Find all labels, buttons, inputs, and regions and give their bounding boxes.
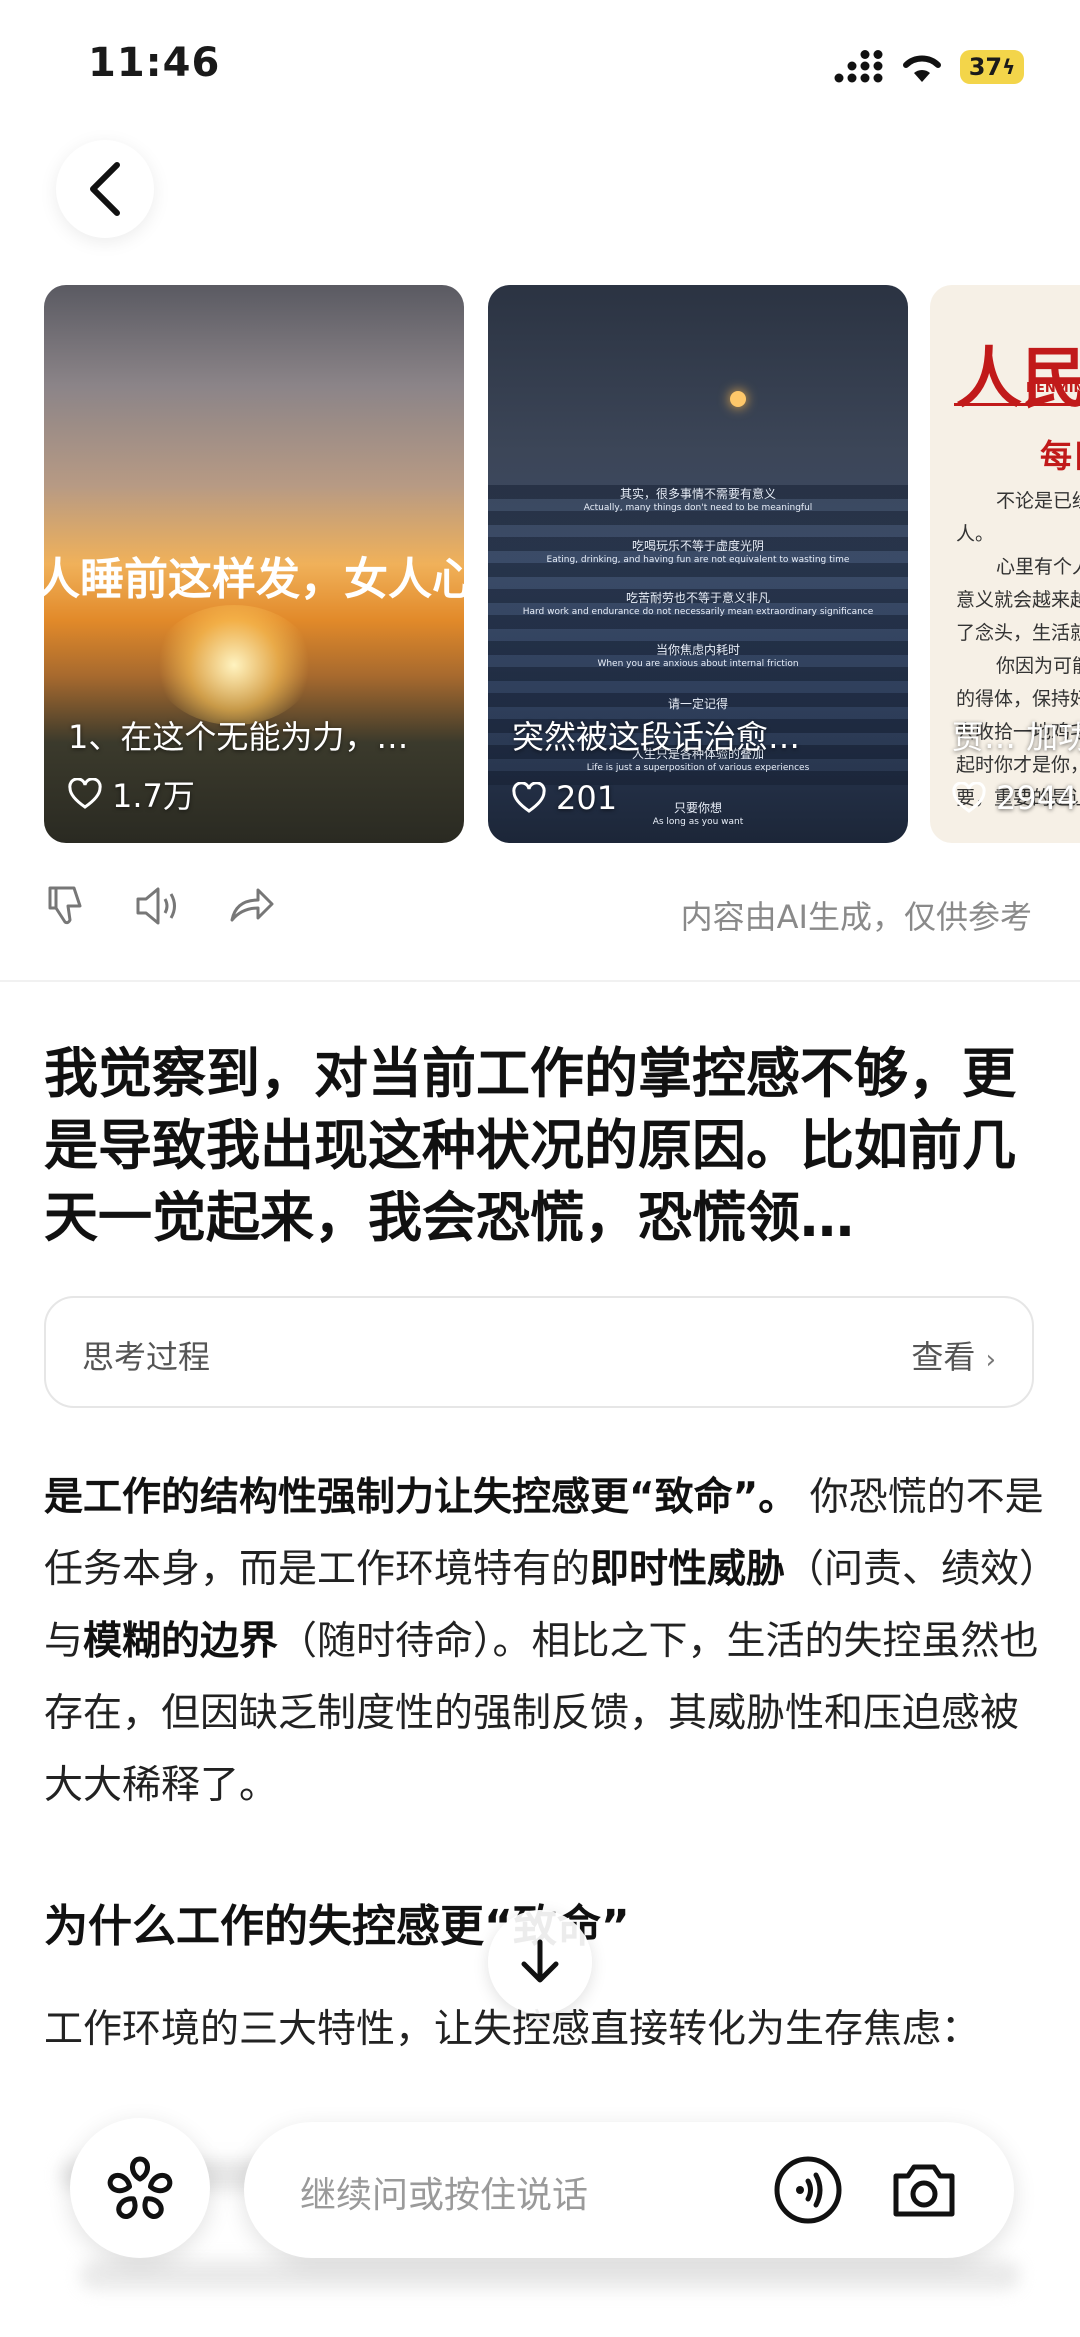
user-question: 我觉察到，对当前工作的掌控感不够，更是导致我出现这种状况的原因。比如前几天一觉起… (44, 1042, 1016, 1249)
flower-logo-icon (107, 2156, 173, 2219)
blurred-text (80, 2260, 1020, 2290)
newspaper-line: 了念头，生活就 (956, 622, 1080, 644)
video-card[interactable]: 人民 RENMIN 每日 不论是已经 人。 心里有个人 意义就会越来越 了念头，… (930, 285, 1080, 843)
heart-icon (512, 782, 546, 813)
input-placeholder: 继续问或按住说话 (300, 2175, 589, 2216)
battery-level: 37 (968, 53, 1003, 81)
arrow-down-icon (521, 1939, 559, 1983)
message-input[interactable]: 继续问或按住说话 (244, 2122, 1014, 2258)
card-text-line: Eating, drinking, and having fun are not… (546, 555, 850, 565)
card-text-line: Life is just a superposition of various … (586, 763, 810, 773)
card-text-line: 当你焦虑内耗时 (655, 643, 740, 657)
wifi-icon (903, 55, 941, 82)
thinking-label: 思考过程 (82, 1338, 211, 1376)
card-likes: 2944 (952, 779, 1077, 817)
battery-indicator: 37 ϟ (960, 50, 1024, 84)
camera-icon[interactable] (888, 2154, 960, 2226)
status-bar: 11:46 37 ϟ (0, 0, 1080, 130)
card-text-line: 其实，很多事情不需要有意义 (619, 487, 776, 501)
charging-icon: ϟ (1002, 55, 1016, 79)
likes-count: 201 (556, 779, 618, 817)
moon (730, 391, 746, 407)
speaker-icon[interactable] (134, 884, 182, 928)
status-time: 11:46 (88, 40, 221, 86)
card-likes: 1.7万 (68, 771, 195, 817)
newspaper-title: 人民 (956, 339, 1080, 417)
header-rule (954, 403, 1080, 406)
card-text-line: As long as you want (652, 817, 744, 827)
newspaper-line: 不论是已经 (996, 490, 1080, 512)
share-icon[interactable] (228, 884, 274, 928)
newspaper-subtitle: RENMIN (1026, 381, 1080, 396)
voice-call-icon[interactable] (772, 2154, 844, 2226)
scroll-down-button[interactable] (488, 1910, 592, 2014)
chevron-left-icon (90, 162, 120, 216)
signal-icon (834, 50, 883, 83)
view-thinking-button[interactable]: 查看 › (911, 1332, 996, 1378)
input-bar: 继续问或按住说话 (0, 2110, 1080, 2260)
card-text-line: 吃喝玩乐不等于虚度光阴 (631, 539, 764, 553)
card-text-line: 请一定记得 (667, 697, 728, 711)
video-carousel: 人睡前这样发，女人心疼 1、在这个无能为力，… 1.7万 其实，很多事情不需要有… (0, 285, 1080, 845)
card-text-line: When you are anxious about internal fric… (597, 659, 799, 669)
back-button[interactable] (56, 140, 154, 238)
newspaper-body: 不论是已经 人。 心里有个人 意义就会越来越 了念头，生活就 你因为可能 的得体… (956, 485, 1080, 815)
card-text-line: Actually, many things don't need to be m… (583, 503, 813, 513)
newspaper-line: 心里有个人 (996, 556, 1080, 578)
video-card[interactable]: 人睡前这样发，女人心疼 1、在这个无能为力，… 1.7万 (44, 285, 464, 843)
assistant-logo-button[interactable] (70, 2118, 210, 2258)
card-text-line: Hard work and endurance do not necessari… (522, 607, 874, 617)
card-caption: 1、在这个无能为力，… (68, 718, 409, 756)
card-caption: 突然被这段话治愈… (512, 718, 801, 756)
bold-text: 即时性威胁 (590, 1547, 786, 1592)
sun-glow (154, 605, 314, 725)
heart-icon (68, 778, 102, 809)
newspaper-line: 人。 (956, 523, 995, 545)
likes-count: 1.7万 (112, 777, 195, 815)
answer-paragraph: 是工作的结构性强制力让失控感更“致命”。 你恐慌的不是任务本身，而是工作环境特有… (44, 1462, 1044, 1822)
newspaper-line: 意义就会越来越 (956, 589, 1080, 611)
divider (0, 980, 1080, 982)
ai-disclaimer: 内容由AI生成，仅供参考 (680, 898, 1032, 936)
newspaper-line: 你因为可能 (996, 655, 1080, 677)
card-caption: 贾… 加功 (952, 718, 1080, 756)
message-actions (44, 884, 274, 928)
video-card[interactable]: 其实，很多事情不需要有意义 Actually, many things don'… (488, 285, 908, 843)
chevron-right-icon: › (985, 1345, 996, 1375)
likes-count: 2944 (996, 779, 1078, 817)
view-label: 查看 (911, 1338, 976, 1376)
bold-text: 是工作的结构性强制力让失控感更“致命”。 (44, 1475, 798, 1520)
heart-icon (952, 782, 986, 813)
card-text-line: 吃苦耐劳也不等于意义非凡 (625, 591, 770, 605)
card-likes: 201 (512, 779, 617, 817)
thinking-process-panel[interactable]: 思考过程 查看 › (44, 1296, 1034, 1408)
newspaper-heading: 每日 (1040, 437, 1080, 475)
thumbs-down-icon[interactable] (44, 884, 88, 928)
bold-text: 模糊的边界 (83, 1619, 279, 1664)
card-overlay-text: 人睡前这样发，女人心疼 (44, 554, 464, 605)
